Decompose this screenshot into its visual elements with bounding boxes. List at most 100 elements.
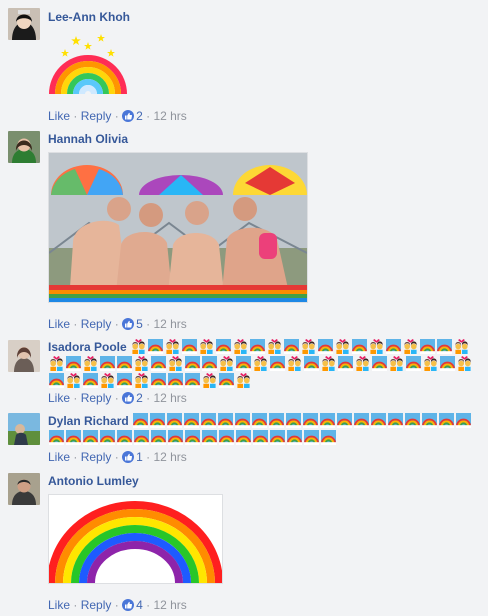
avatar[interactable] [8,413,40,445]
couple-emoji-icon [168,356,183,371]
rainbow-emoji-icon [420,339,435,354]
like-count[interactable]: 1 [136,450,143,464]
rainbow-emoji-icon [182,339,197,354]
comment-timestamp[interactable]: 12 hrs [153,391,186,405]
rainbow-emoji-icon [440,356,455,371]
rainbow-emoji-icon [117,430,132,445]
comment-timestamp[interactable]: 12 hrs [153,598,186,612]
rainbow-emoji-icon [66,356,81,371]
couple-emoji-icon [355,356,370,371]
couple-emoji-icon [423,356,438,371]
like-count[interactable]: 5 [136,317,143,331]
thumbs-up-icon [122,599,135,611]
rainbow-emoji-icon [83,430,98,445]
rainbow-emoji-icon [337,413,352,428]
rainbow-emoji-icon [286,413,301,428]
thumbs-up-icon [122,392,135,404]
rainbow-emoji-icon [422,413,437,428]
rainbow-emoji-icon [287,430,302,445]
like-link[interactable]: Like [48,109,70,123]
comment-2: Hannah Olivia Like · Reply · 5 · 12 hrs [0,128,488,338]
couple-emoji-icon [83,356,98,371]
couple-emoji-icon [321,356,336,371]
couple-emoji-icon [134,373,149,388]
comment-3: Isadora Poole Like · Reply · 2 · 12 hrs [0,338,488,406]
reply-link[interactable]: Reply [81,109,112,123]
rainbow-emoji-icon [83,373,98,388]
thumbs-up-icon [122,110,135,122]
like-link[interactable]: Like [48,391,70,405]
couple-emoji-icon [301,339,316,354]
couple-emoji-icon [233,339,248,354]
rainbow-emoji-icon [66,430,81,445]
emoji-comment-text: Dylan Richard [48,413,480,447]
reply-link[interactable]: Reply [81,450,112,464]
comment-actions: Like · Reply · 2 · 12 hrs [48,391,187,405]
reply-link[interactable]: Reply [81,598,112,612]
like-link[interactable]: Like [48,598,70,612]
comment-photo[interactable] [48,494,223,584]
rainbow-emoji-icon [167,413,182,428]
comment-actions: Like · Reply · 1 · 12 hrs [48,450,187,464]
reply-link[interactable]: Reply [81,391,112,405]
couple-emoji-icon [369,339,384,354]
rainbow-emoji-icon [219,373,234,388]
reply-link[interactable]: Reply [81,317,112,331]
rainbow-emoji-icon [216,339,231,354]
comment-author[interactable]: Dylan Richard [48,414,129,428]
avatar[interactable] [8,340,40,372]
rainbow-emoji-icon [148,339,163,354]
rainbow-emoji-icon [235,413,250,428]
rainbow-emoji-icon [270,430,285,445]
couple-emoji-icon [199,339,214,354]
emoji-comment-text: Isadora Poole [48,339,480,390]
like-link[interactable]: Like [48,317,70,331]
comment-timestamp[interactable]: 12 hrs [153,450,186,464]
like-link[interactable]: Like [48,450,70,464]
rainbow-emoji-icon [184,413,199,428]
comment-timestamp[interactable]: 12 hrs [153,109,186,123]
couple-emoji-icon [403,339,418,354]
rainbow-emoji-icon [134,430,149,445]
rainbow-emoji-icon [201,413,216,428]
thumbs-up-icon [122,318,135,330]
rainbow-emoji-icon [352,339,367,354]
couple-emoji-icon [457,356,472,371]
rainbow-emoji-icon [150,413,165,428]
couple-emoji-icon [454,339,469,354]
comment-actions: Like · Reply · 2 · 12 hrs [48,109,187,123]
comment-author[interactable]: Hannah Olivia [48,131,480,147]
couple-emoji-icon [287,356,302,371]
rainbow-emoji-icon [151,373,166,388]
like-count[interactable]: 4 [136,598,143,612]
rainbow-emoji-icon [151,356,166,371]
avatar[interactable] [8,473,40,505]
rainbow-emoji-icon [439,413,454,428]
rainbow-emoji-icon [185,430,200,445]
rainbow-emoji-icon [219,430,234,445]
comment-author[interactable]: Lee-Ann Khoh [48,9,480,25]
comment-author[interactable]: Antonio Lumley [48,473,480,489]
couple-emoji-icon [267,339,282,354]
avatar[interactable] [8,131,40,163]
rainbow-emoji-icon [405,413,420,428]
couple-emoji-icon [335,339,350,354]
rainbow-emoji-icon [236,356,251,371]
couple-emoji-icon [236,373,251,388]
comment-timestamp[interactable]: 12 hrs [153,317,186,331]
thumbs-up-icon [122,451,135,463]
avatar[interactable] [8,8,40,40]
couple-emoji-icon [253,356,268,371]
rainbow-emoji-icon [371,413,386,428]
rainbow-emoji-icon [270,356,285,371]
comment-photo[interactable] [48,152,308,303]
comment-actions: Like · Reply · 5 · 12 hrs [48,317,187,331]
rainbow-emoji-icon [151,430,166,445]
rainbow-emoji-icon [456,413,471,428]
like-count[interactable]: 2 [136,109,143,123]
rainbow-emoji-icon [338,356,353,371]
comment-author[interactable]: Isadora Poole [48,340,127,354]
couple-emoji-icon [165,339,180,354]
rainbow-emoji-icon [252,413,267,428]
like-count[interactable]: 2 [136,391,143,405]
